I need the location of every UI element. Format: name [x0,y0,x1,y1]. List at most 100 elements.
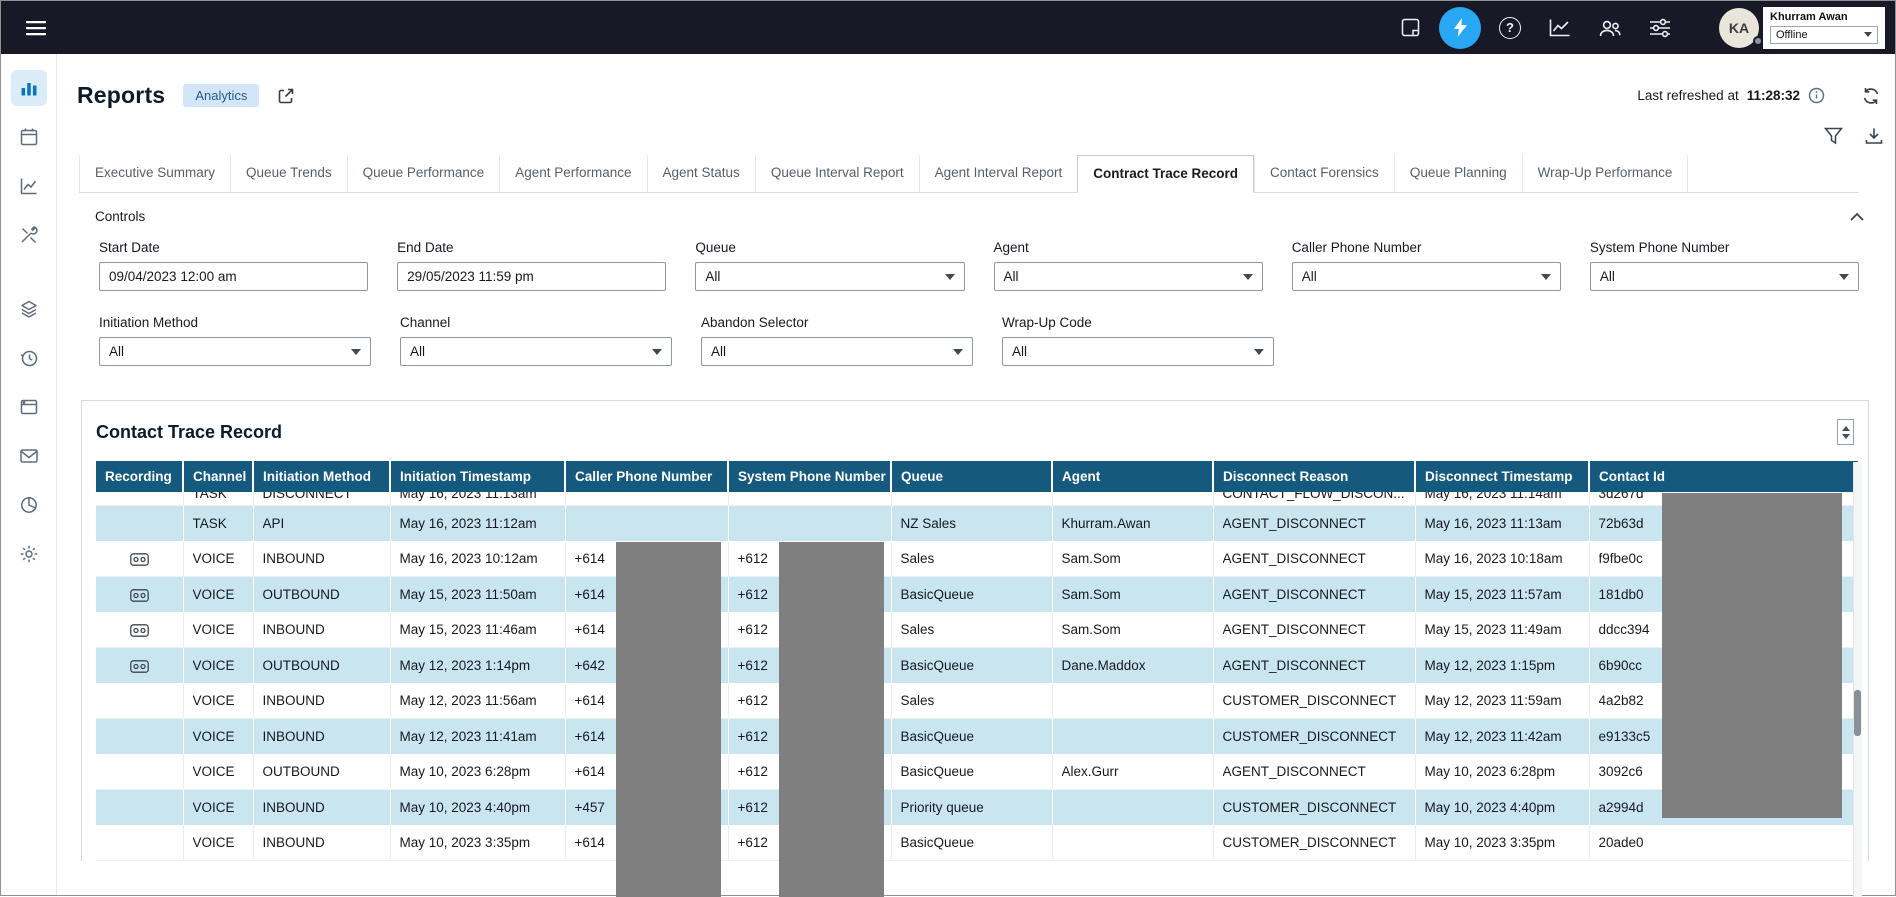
tab-wrap-up-performance[interactable]: Wrap-Up Performance [1522,155,1689,192]
cell-recording [96,541,183,577]
table-row[interactable]: VOICEINBOUNDMay 16, 2023 10:12am+614+612… [96,541,1858,577]
users-icon[interactable] [1585,5,1635,51]
table-scroll-stepper[interactable] [1837,419,1854,445]
menu-icon[interactable] [19,11,53,45]
filter-select-channel[interactable]: All [400,337,672,366]
filter-value: All [1302,269,1317,284]
filter-select-caller-phone-number[interactable]: All [1292,262,1561,291]
notes-icon[interactable] [1385,5,1435,51]
download-icon[interactable] [1865,127,1883,145]
column-header-initiation-timestamp[interactable]: Initiation Timestamp [390,461,565,492]
tab-queue-performance[interactable]: Queue Performance [347,155,500,192]
tab-agent-performance[interactable]: Agent Performance [499,155,646,192]
sidebar-item-pie[interactable] [11,487,47,523]
sidebar-item-layers[interactable] [11,291,47,327]
column-header-disconnect-reason[interactable]: Disconnect Reason [1213,461,1415,492]
filter-select-system-phone-number[interactable]: All [1590,262,1859,291]
table-row[interactable]: VOICEINBOUNDMay 12, 2023 11:41am+614+612… [96,719,1858,755]
external-link-icon[interactable] [277,87,295,105]
table-body: TASKDISCONNECTMay 16, 2023 11:13amCONTAC… [96,492,1858,861]
filter-select-agent[interactable]: All [994,262,1263,291]
sidebar-item-tools[interactable] [11,217,47,253]
cell-disconnect-reason: AGENT_DISCONNECT [1213,648,1415,684]
cell-agent [1052,790,1213,826]
status-value: Offline [1776,29,1808,41]
chevron-down-icon [953,349,963,355]
metrics-icon[interactable] [1535,5,1585,51]
sidebar-item-mail[interactable] [11,438,47,474]
filter-label: Channel [400,315,672,330]
tab-agent-interval-report[interactable]: Agent Interval Report [919,155,1078,192]
table-scrollbar-track[interactable] [1853,462,1862,897]
filter-label: Start Date [99,240,368,255]
column-header-channel[interactable]: Channel [183,461,253,492]
cell-initiation-timestamp: May 16, 2023 11:13am [390,492,565,506]
column-header-recording[interactable]: Recording [96,461,183,492]
filter-row: Start Date09/04/2023 12:00 amEnd Date29/… [99,240,1859,291]
filter-select-wrap-up-code[interactable]: All [1002,337,1274,366]
sidebar-item-reports[interactable] [11,70,47,106]
tab-contact-forensics[interactable]: Contact Forensics [1254,155,1394,192]
sidebar-item-settings[interactable] [11,536,47,572]
cell-agent: Sam.Som [1052,612,1213,648]
sidebar-item-trends[interactable] [11,168,47,204]
column-header-disconnect-timestamp[interactable]: Disconnect Timestamp [1415,461,1589,492]
column-header-caller-phone-number[interactable]: Caller Phone Number [565,461,728,492]
filter-select-abandon-selector[interactable]: All [701,337,973,366]
tab-queue-trends[interactable]: Queue Trends [230,155,347,192]
tab-executive-summary[interactable]: Executive Summary [79,155,230,192]
recording-icon [130,553,149,566]
table-row[interactable]: VOICEINBOUNDMay 15, 2023 11:46am+614+612… [96,612,1858,648]
table-row[interactable]: VOICEINBOUNDMay 10, 2023 3:35pm+614+612B… [96,825,1858,861]
sidebar-item-history[interactable] [11,340,47,376]
filter-value: All [1012,344,1027,359]
filter-input-start-date[interactable]: 09/04/2023 12:00 am [99,262,368,291]
cell-channel: VOICE [183,683,253,719]
cell-initiation-timestamp: May 12, 2023 11:41am [390,719,565,755]
sidebar-item-schedule[interactable] [11,119,47,155]
collapse-controls-button[interactable] [1849,212,1865,222]
cell-queue: Sales [891,612,1052,648]
info-icon[interactable] [1808,87,1825,104]
tab-queue-planning[interactable]: Queue Planning [1394,155,1522,192]
scroll-up-icon[interactable] [1842,426,1850,431]
cell-disconnect-reason: AGENT_DISCONNECT [1213,506,1415,542]
column-header-queue[interactable]: Queue [891,461,1052,492]
filter-caller-phone-number: Caller Phone NumberAll [1292,240,1561,291]
activity-icon[interactable] [1439,7,1481,49]
cell-initiation-timestamp: May 10, 2023 3:35pm [390,825,565,861]
table-row[interactable]: TASKDISCONNECTMay 16, 2023 11:13amCONTAC… [96,492,1858,506]
help-icon[interactable]: ? [1485,5,1535,51]
column-header-agent[interactable]: Agent [1052,461,1213,492]
tab-queue-interval-report[interactable]: Queue Interval Report [755,155,919,192]
settings-sliders-icon[interactable] [1635,5,1685,51]
cell-agent: Alex.Gurr [1052,754,1213,790]
analytics-badge[interactable]: Analytics [183,84,259,107]
table-row[interactable]: VOICEOUTBOUNDMay 15, 2023 11:50am+614+61… [96,577,1858,613]
cell-channel: VOICE [183,648,253,684]
gear-icon [19,544,39,564]
filter-select-initiation-method[interactable]: All [99,337,371,366]
filter-icon[interactable] [1824,127,1843,145]
cell-disconnect-timestamp: May 16, 2023 11:14am [1415,492,1589,506]
column-header-initiation-method[interactable]: Initiation Method [253,461,390,492]
cell-recording [96,506,183,542]
scroll-down-icon[interactable] [1842,434,1850,439]
table-scrollbar-thumb[interactable] [1854,690,1861,736]
status-select[interactable]: Offline [1770,26,1878,44]
filter-input-end-date[interactable]: 29/05/2023 11:59 pm [397,262,666,291]
column-header-contact-id[interactable]: Contact Id [1589,461,1858,492]
tab-agent-status[interactable]: Agent Status [647,155,755,192]
sidebar-item-browser[interactable] [11,389,47,425]
cell-channel: VOICE [183,754,253,790]
table-row[interactable]: TASKAPIMay 16, 2023 11:12amNZ SalesKhurr… [96,506,1858,542]
table-row[interactable]: VOICEINBOUNDMay 10, 2023 4:40pm+457+612P… [96,790,1858,826]
table-row[interactable]: VOICEOUTBOUNDMay 12, 2023 1:14pm+642+612… [96,648,1858,684]
column-header-system-phone-number[interactable]: System Phone Number [728,461,891,492]
refresh-icon[interactable] [1861,86,1881,106]
filter-select-queue[interactable]: All [695,262,964,291]
tab-contract-trace-record[interactable]: Contract Trace Record [1077,155,1254,193]
table-row[interactable]: VOICEOUTBOUNDMay 10, 2023 6:28pm+614+612… [96,754,1858,790]
topbar: ? KA Khurram Awan Offline [1,1,1895,54]
table-row[interactable]: VOICEINBOUNDMay 12, 2023 11:56am+614+612… [96,683,1858,719]
